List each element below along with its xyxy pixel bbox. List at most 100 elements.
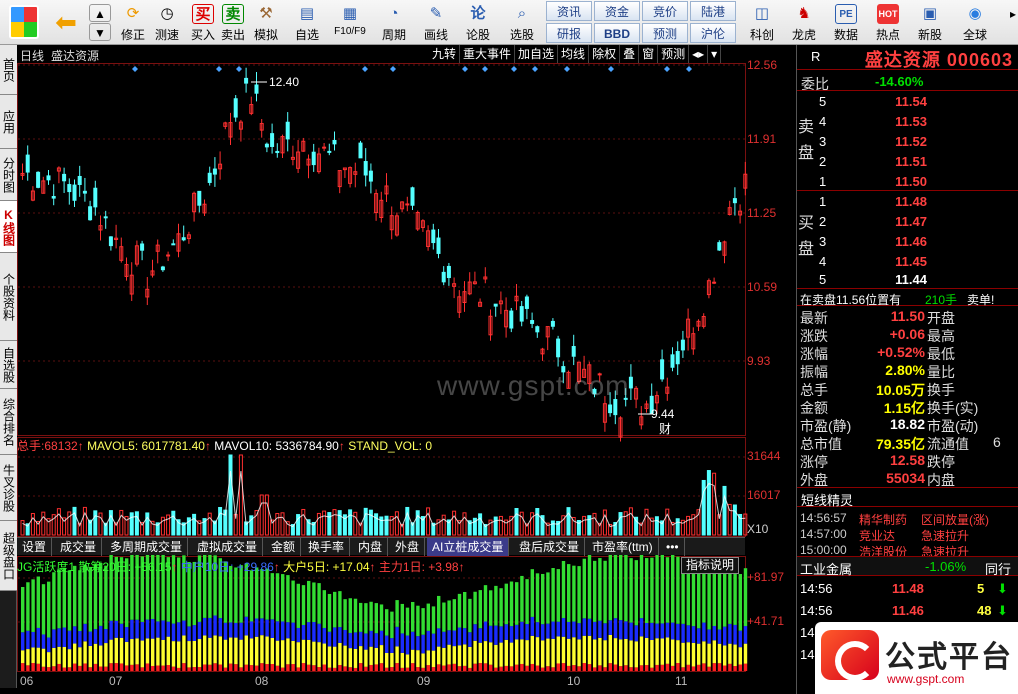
windows-logo-icon[interactable] [4,0,44,45]
activity-bar [364,603,368,634]
buy-row-2[interactable]: 2 11.47 [815,211,1018,231]
tab-settings[interactable]: 设置 [17,538,53,556]
signal-row[interactable]: 14:57:00 竞业达 急速拉升 [797,526,1018,543]
kline-chart-svg[interactable]: 12.40 9.44财 [17,45,796,694]
auction-button[interactable]: 竞价 [642,1,688,21]
tab-ranking[interactable]: 综合排名 [0,389,17,455]
hotspot-button[interactable]: HOT 热点 [868,0,908,45]
buy-row-3[interactable]: 3 11.46 [815,231,1018,251]
activity-bar [587,664,592,671]
sell-row-5[interactable]: 5 11.54 [815,91,1018,111]
tab-diagnosis[interactable]: 牛叉诊股 [0,455,17,521]
activity-bar [608,620,612,635]
activity-bar [104,666,108,671]
screener-button[interactable]: ⌕ 选股 [500,0,544,45]
activity-bar [483,641,488,664]
tab-volume[interactable]: 成交量 [55,538,103,556]
tab-outer-volume[interactable]: 外盘 [390,538,426,556]
tab-multi-period-volume[interactable]: 多周期成交量 [105,538,189,556]
global-button[interactable]: ◉ 全球 [952,0,998,45]
activity-bar [431,650,436,668]
draw-line-button[interactable]: ✎ 画线 [416,0,456,45]
buy-button[interactable]: 买 买入 [188,0,218,45]
research-button[interactable]: 研报 [546,23,592,43]
activity-bar [639,618,644,637]
activity-bar [203,617,207,636]
low-marker-label: 9.44 [651,407,675,421]
tab-apps[interactable]: 应用 [0,95,17,149]
tab-after-hours-volume[interactable]: 盘后成交量 [514,538,586,556]
tab-pe-ttm[interactable]: 市盈率(ttm) [587,538,659,556]
watchlist-button[interactable]: ▤ 自选 [288,0,326,45]
activity-bar [218,618,222,637]
kechuang-icon: ◫ [754,5,770,22]
sell-row-3[interactable]: 3 11.52 [815,131,1018,151]
activity-bar [738,664,742,671]
activity-bar [385,635,389,653]
activity-bar [598,558,602,621]
hk-connect-button[interactable]: 陆港 [690,1,736,21]
sell-row-1[interactable]: 1 11.50 [815,171,1018,191]
tab-super-tape[interactable]: 超级盘口 [0,521,17,591]
activity-bar [395,600,399,627]
activity-bar [499,666,503,671]
short-term-title[interactable]: 短线精灵 [797,487,1018,508]
tab-virtual-volume[interactable]: 虚拟成交量 [192,538,264,556]
tab-amount[interactable]: 金额 [266,538,302,556]
activity-bar [255,567,259,619]
activity-bar [541,640,545,668]
candle-down [680,339,685,351]
tab-ai-volume[interactable]: AI立桩成交量 [427,538,510,556]
forecast-button[interactable]: 预测 [642,23,688,43]
down-arrow-icon[interactable]: ▼ [88,22,112,44]
indicator-help-button[interactable]: 指标说明 [681,557,740,574]
tab-intraday[interactable]: 分时图 [0,149,17,201]
buy-row-1[interactable]: 1 11.48 [815,191,1018,211]
data-button[interactable]: PE 数据 [826,0,866,45]
back-arrow-icon[interactable]: ⬅ [48,0,84,45]
discuss-button[interactable]: 论 论股 [460,0,496,45]
buy-row-4[interactable]: 4 11.45 [815,251,1018,271]
new-ipo-button[interactable]: ▣ 新股 [910,0,950,45]
activity-bar [447,664,451,671]
sell-button[interactable]: 卖 卖出 [218,0,248,45]
sell-row-4[interactable]: 4 11.53 [815,111,1018,131]
f10-button[interactable]: ▦ F10/F9 [328,0,372,45]
period-button[interactable]: ◔ 周期 [374,0,414,45]
large-order-alert[interactable]: 在卖盘11.56位置有 210手 卖单! [797,288,1018,307]
industry-row[interactable]: 工业金属 -1.06% 同行 [797,556,1018,577]
simulate-button[interactable]: ⚒ 模拟 [250,0,282,45]
activity-bar [400,633,404,653]
dragon-tiger-button[interactable]: ♞ 龙虎 [784,0,824,45]
activity-bar [489,642,493,665]
activity-bar [691,666,696,671]
tab-home[interactable]: 首页 [0,45,17,95]
tab-watchlist[interactable]: 自选股 [0,341,17,389]
toolbar-more-arrow-icon[interactable]: ▸ [1002,0,1016,45]
speed-test-button[interactable]: ◷ 测速 [150,0,184,45]
tab-inner-volume[interactable]: 内盘 [353,538,389,556]
tab-kline[interactable]: K线图 [0,201,17,253]
more-tabs-button[interactable]: ••• [661,538,685,556]
capital-button[interactable]: 资金 [594,1,640,21]
activity-bar [551,638,555,668]
indicator-mid: 中户10日: +29.86 [180,560,274,574]
sell-row-2[interactable]: 2 11.51 [815,151,1018,171]
activity-bar [333,667,337,671]
activity-indicator-line: JG活跃度1 散筹20日: +56.15↑ 中户10日: +29.86↑ 大户5… [17,560,465,574]
stat-value-2: 6 [993,434,1001,450]
info-button[interactable]: 资讯 [546,1,592,21]
signal-row[interactable]: 14:56:57 精华制药 区间放量(涨) [797,510,1018,527]
shanghai-london-button[interactable]: 沪伦 [690,23,736,43]
signal-time: 14:56:57 [800,511,847,525]
buy-row-5[interactable]: 5 11.44 [815,269,1018,289]
activity-bar [156,665,160,671]
refresh-button[interactable]: ⟳ 修正 [116,0,150,45]
tab-stock-profile[interactable]: 个股资料 [0,253,17,341]
tab-turnover[interactable]: 换手率 [303,538,351,556]
activity-bar [270,637,274,665]
activity-bar [182,620,186,636]
star-market-button[interactable]: ◫ 科创 [742,0,782,45]
candle-down [108,236,113,247]
bbd-button[interactable]: BBD [594,23,640,43]
